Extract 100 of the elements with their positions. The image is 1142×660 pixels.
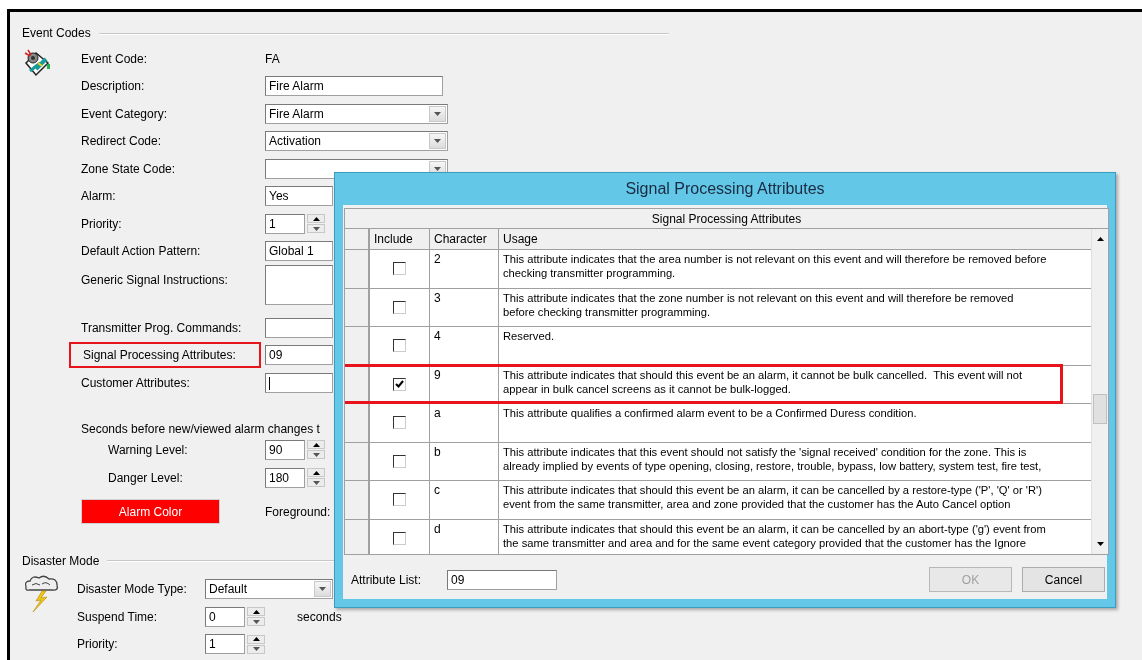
field-label: Event Category:: [81, 106, 169, 121]
number-field[interactable]: 180: [265, 467, 305, 488]
spin-down-button[interactable]: [307, 478, 325, 487]
table-cell: 2: [430, 250, 499, 288]
hint-text: Seconds before new/viewed alarm changes t: [81, 421, 320, 436]
caret-up-icon: [1096, 237, 1104, 241]
field-label: Default Action Pattern:: [81, 244, 202, 259]
dropdown[interactable]: Activation: [265, 131, 448, 152]
field-label: Event Code:: [81, 51, 149, 66]
caret-down-icon: [319, 587, 326, 592]
checkbox[interactable]: [393, 300, 406, 314]
caret-down-icon: [1096, 542, 1104, 546]
caret-down-icon: [252, 647, 260, 652]
spin-up-button[interactable]: [307, 440, 325, 449]
spin-up-button[interactable]: [247, 607, 265, 617]
caret-down-icon: [312, 452, 320, 457]
text-field[interactable]: Yes: [265, 186, 333, 207]
section-title: Disaster Mode: [22, 553, 100, 568]
caret-up-icon: [312, 216, 320, 221]
number-field[interactable]: 90: [265, 439, 305, 460]
table-cell: c: [430, 481, 499, 519]
unit-label: seconds: [297, 609, 342, 624]
checkbox[interactable]: [393, 339, 406, 352]
spin-down-button[interactable]: [307, 224, 325, 234]
table-cell: This attribute indicates that should this event be an alarm, it cannot be bulk cancelled. This event will not appear in bulk cancel screens as it cannot be bulk-logged.: [499, 365, 1091, 403]
table-cell: 4: [430, 327, 499, 365]
number-field[interactable]: 1: [205, 634, 245, 655]
text-field[interactable]: [265, 317, 333, 338]
field-label: Priority:: [77, 637, 119, 652]
field-label: Redirect Code:: [81, 134, 163, 149]
dialog-title: Signal Processing Attributes: [624, 179, 826, 199]
alarm-color-button[interactable]: Alarm Color: [81, 499, 220, 524]
table-cell-text: This attribute indicates that should this event be an alarm, it can be cancelled by an abort-type ('g') event from the same transmitter and area and for the same event category provided that the customer has the Ignore: [502, 521, 1047, 551]
field-label: Description:: [81, 79, 146, 94]
caret-down-icon: [434, 139, 441, 144]
table-cell-text: This attribute qualifies a confirmed alarm event to be a Confirmed Duress condition.: [502, 406, 918, 421]
table-cell-text: This attribute indicates that the zone number is not relevant on this event and will therefore be removed before checking transmitter programming.: [502, 290, 1015, 320]
field-label: Generic Signal Instructions:: [81, 273, 229, 287]
column-header[interactable]: Include: [370, 229, 430, 249]
dropdown[interactable]: Default: [205, 579, 333, 600]
caret-down-icon: [312, 480, 320, 485]
checkbox[interactable]: [393, 531, 406, 545]
checkbox[interactable]: [393, 454, 406, 468]
field-label: Suspend Time:: [77, 609, 159, 624]
spin-down-button[interactable]: [247, 644, 265, 654]
spin-down-button[interactable]: [307, 450, 325, 459]
caret-up-icon: [252, 609, 260, 614]
field-label: Zone State Code:: [81, 161, 177, 176]
text-area[interactable]: [265, 265, 333, 305]
text-field[interactable]: [265, 372, 333, 393]
field-label: Foreground:: [265, 504, 331, 519]
caret-up-icon: [312, 470, 320, 475]
field-label: Warning Level:: [107, 442, 189, 457]
field-label: Alarm:: [81, 189, 117, 204]
number-field[interactable]: 0: [205, 606, 245, 627]
spin-down-button[interactable]: [247, 617, 265, 627]
field-label: Transmitter Prog. Commands:: [81, 320, 243, 335]
table-cell: d: [430, 519, 499, 554]
table-cell: a: [430, 404, 499, 442]
field-label: Danger Level:: [107, 470, 184, 485]
checkbox[interactable]: [393, 493, 406, 506]
check-icon: [395, 380, 404, 388]
table-cell: 9: [430, 365, 499, 403]
column-header[interactable]: Usage: [499, 229, 1091, 249]
text-field[interactable]: 09: [447, 569, 557, 590]
caret-down-icon: [252, 619, 260, 624]
row-header[interactable]: [345, 327, 370, 365]
table-cell: b: [430, 442, 499, 480]
dropdown[interactable]: Fire Alarm: [265, 103, 448, 124]
column-header[interactable]: Character: [430, 229, 499, 249]
table-cell: 3: [430, 288, 499, 326]
grid-title: Signal Processing Attributes: [345, 209, 1108, 229]
caret-up-icon: [252, 637, 260, 642]
section-title: Event Codes: [22, 26, 91, 40]
number-field[interactable]: 1: [265, 213, 305, 234]
text-field[interactable]: Global 1: [265, 241, 333, 262]
table-cell-text: This attribute indicates that the area number is not relevant on this event and will therefore be removed before checking transmitter programming.: [502, 252, 1048, 281]
checkbox[interactable]: [393, 416, 406, 429]
table-cell-text: This attribute indicates that this event should not satisfy the 'signal received' condition for the zone. This is already implied by events of type opening, closing, restore, trouble, bypass, low battery, system test, fire test,: [502, 444, 1043, 474]
table-cell-text: Reserved.: [502, 329, 555, 344]
scrollbar[interactable]: [1091, 229, 1108, 554]
checkbox[interactable]: [393, 377, 406, 391]
checkbox[interactable]: [393, 262, 406, 275]
field-label: Customer Attributes:: [81, 375, 191, 390]
scroll-thumb[interactable]: [1093, 394, 1107, 424]
field-label: Disaster Mode Type:: [77, 582, 188, 597]
text-field[interactable]: 09: [265, 345, 333, 366]
text-field[interactable]: Fire Alarm: [265, 76, 443, 97]
caret-up-icon: [312, 442, 320, 447]
field-value: FA: [265, 51, 280, 66]
cancel-button[interactable]: Cancel: [1022, 567, 1105, 592]
spin-up-button[interactable]: [307, 468, 325, 477]
table-cell-text: This attribute indicates that should this event be an alarm, it can be cancelled by a restore-type ('P', 'Q' or 'R') event from the same transmitter, area and zone provided that the customer has the Auto Cancel option: [502, 483, 1043, 512]
spin-up-button[interactable]: [307, 214, 325, 224]
field-label: Priority:: [81, 216, 123, 231]
field-label: Attribute List:: [351, 572, 423, 587]
caret-down-icon: [312, 226, 320, 231]
spin-up-button[interactable]: [247, 634, 265, 644]
caret-down-icon: [434, 111, 441, 116]
field-label: Signal Processing Attributes:: [83, 348, 236, 363]
